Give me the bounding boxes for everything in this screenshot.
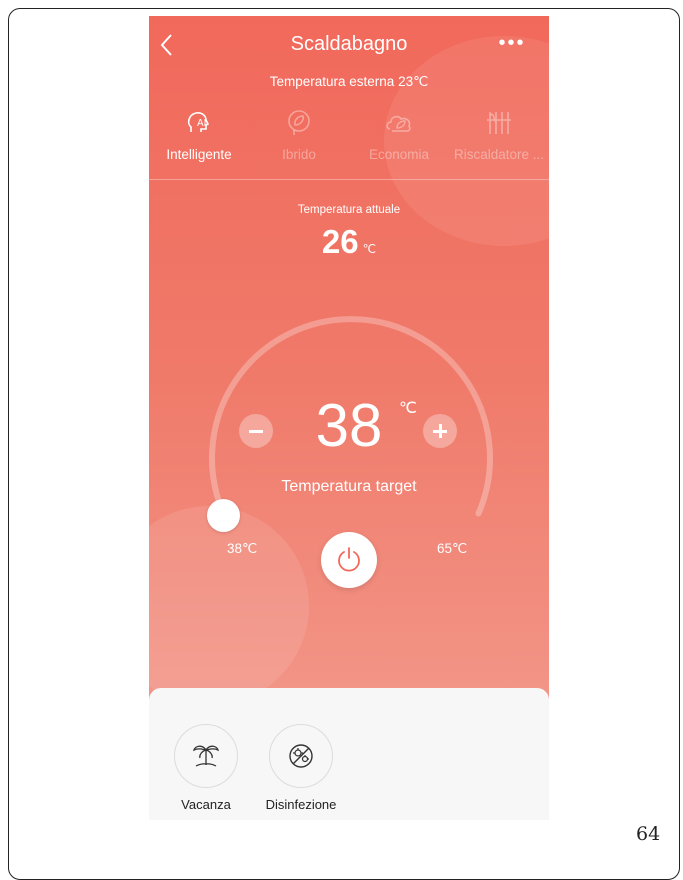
app-screen: Scaldabagno ••• Temperatura esterna 23℃ …	[149, 16, 549, 820]
target-temperature-label: Temperatura target	[281, 478, 417, 495]
increase-button[interactable]	[423, 414, 457, 448]
range-min-label: 38℃	[227, 541, 258, 556]
feature-vacanza[interactable]: Vacanza	[166, 724, 246, 812]
feature-icon-circle	[174, 724, 238, 788]
feature-label: Vacanza	[181, 797, 231, 812]
target-temperature-unit: ℃	[399, 400, 417, 417]
page-number: 64	[636, 823, 661, 845]
power-icon	[338, 547, 360, 572]
disinfection-icon	[289, 744, 313, 768]
feature-label: Disinfezione	[265, 797, 337, 812]
target-temperature: 38 ℃	[299, 396, 417, 456]
feature-icon-circle	[269, 724, 333, 788]
range-max-label: 65℃	[437, 541, 468, 556]
palm-tree-icon	[193, 745, 219, 767]
dial-knob[interactable]	[207, 499, 240, 532]
target-temperature-value: 38	[315, 392, 383, 459]
feature-panel: Vacanza Disinfezione	[149, 688, 549, 820]
feature-disinfezione[interactable]: Disinfezione	[261, 724, 341, 812]
decrease-button[interactable]	[239, 414, 273, 448]
power-button[interactable]	[321, 532, 377, 588]
